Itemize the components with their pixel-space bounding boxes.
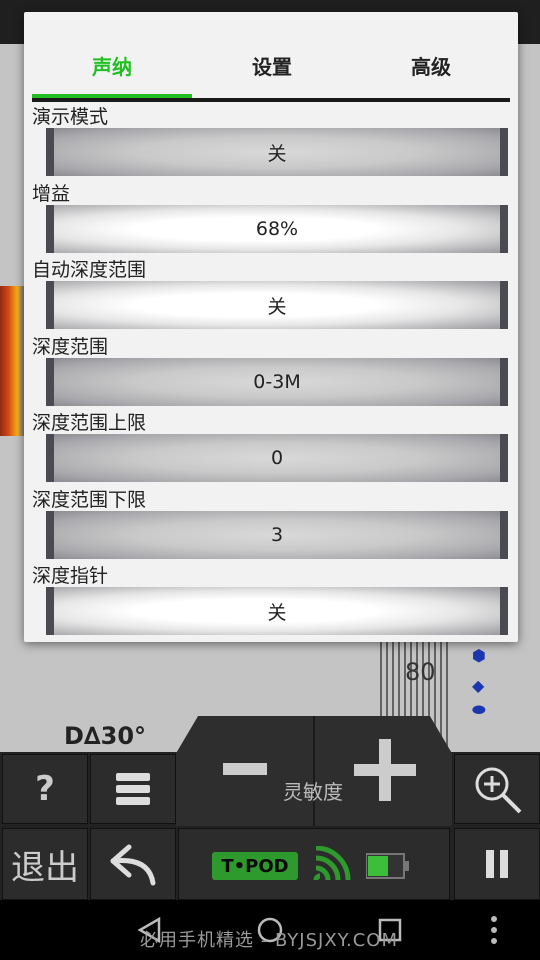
demo-mode-toggle[interactable]: 关 — [46, 128, 508, 176]
battery-icon — [366, 853, 409, 879]
exit-button[interactable]: 退出 — [2, 828, 88, 900]
depth-range-min-field[interactable]: 3 — [46, 511, 508, 559]
gain-label: 增益 — [32, 183, 71, 205]
beam-angle-label: D∆30° — [64, 722, 147, 750]
zoom-in-icon — [475, 767, 522, 814]
depth-range-max-field[interactable]: 0 — [46, 434, 508, 482]
demo-mode-label: 演示模式 — [32, 106, 109, 128]
gain-field[interactable]: 68% — [46, 205, 508, 253]
pause-icon — [486, 850, 508, 878]
back-button[interactable] — [90, 828, 176, 900]
undo-arrow-icon — [110, 844, 156, 886]
sensitivity-label: 灵敏度 — [283, 780, 343, 804]
tab-advanced[interactable]: 高级 — [352, 32, 510, 98]
sonar-settings-dialog: 声纳 设置 高级 演示模式 关 增益 68% 自动深度范围 关 深度范围 0-3… — [24, 12, 518, 642]
menu-icon — [116, 773, 150, 805]
exit-label: 退出 — [11, 847, 79, 888]
depth-pointer-toggle[interactable]: 关 — [46, 587, 508, 635]
minus-icon — [223, 763, 267, 775]
tpod-badge: T•POD — [212, 852, 298, 880]
tab-settings[interactable]: 设置 — [192, 32, 352, 98]
fish-marker-icon: ⬢ — [472, 646, 486, 665]
sonar-echo-display — [0, 286, 26, 436]
help-label: ? — [35, 769, 55, 809]
sensitivity-divider — [313, 716, 315, 826]
auto-depth-range-toggle[interactable]: 关 — [46, 281, 508, 329]
depth-range-min-label: 深度范围下限 — [32, 489, 147, 511]
depth-range-label: 深度范围 — [32, 336, 109, 358]
pause-button[interactable] — [454, 828, 540, 900]
signal-icon — [313, 846, 351, 881]
help-button[interactable]: ? — [2, 754, 88, 824]
menu-button[interactable] — [90, 754, 176, 824]
fish-marker-icon: ◆ — [472, 676, 485, 695]
zoom-button[interactable] — [454, 754, 540, 824]
settings-tabs: 声纳 设置 高级 — [32, 32, 510, 102]
depth-scale-number: 80 — [405, 658, 436, 686]
depth-pointer-label: 深度指针 — [32, 565, 109, 587]
fish-marker-icon: ⬬ — [472, 700, 486, 719]
plus-icon — [354, 739, 416, 801]
depth-range-max-label: 深度范围上限 — [32, 412, 147, 434]
tab-sonar[interactable]: 声纳 — [32, 32, 192, 98]
depth-range-field[interactable]: 0-3M — [46, 358, 508, 406]
auto-depth-range-label: 自动深度范围 — [32, 259, 147, 281]
watermark-text: 必用手机精选 - BYJSJXY.COM — [140, 930, 399, 951]
more-vert-icon — [491, 916, 497, 944]
nav-overflow-button[interactable] — [474, 910, 514, 950]
